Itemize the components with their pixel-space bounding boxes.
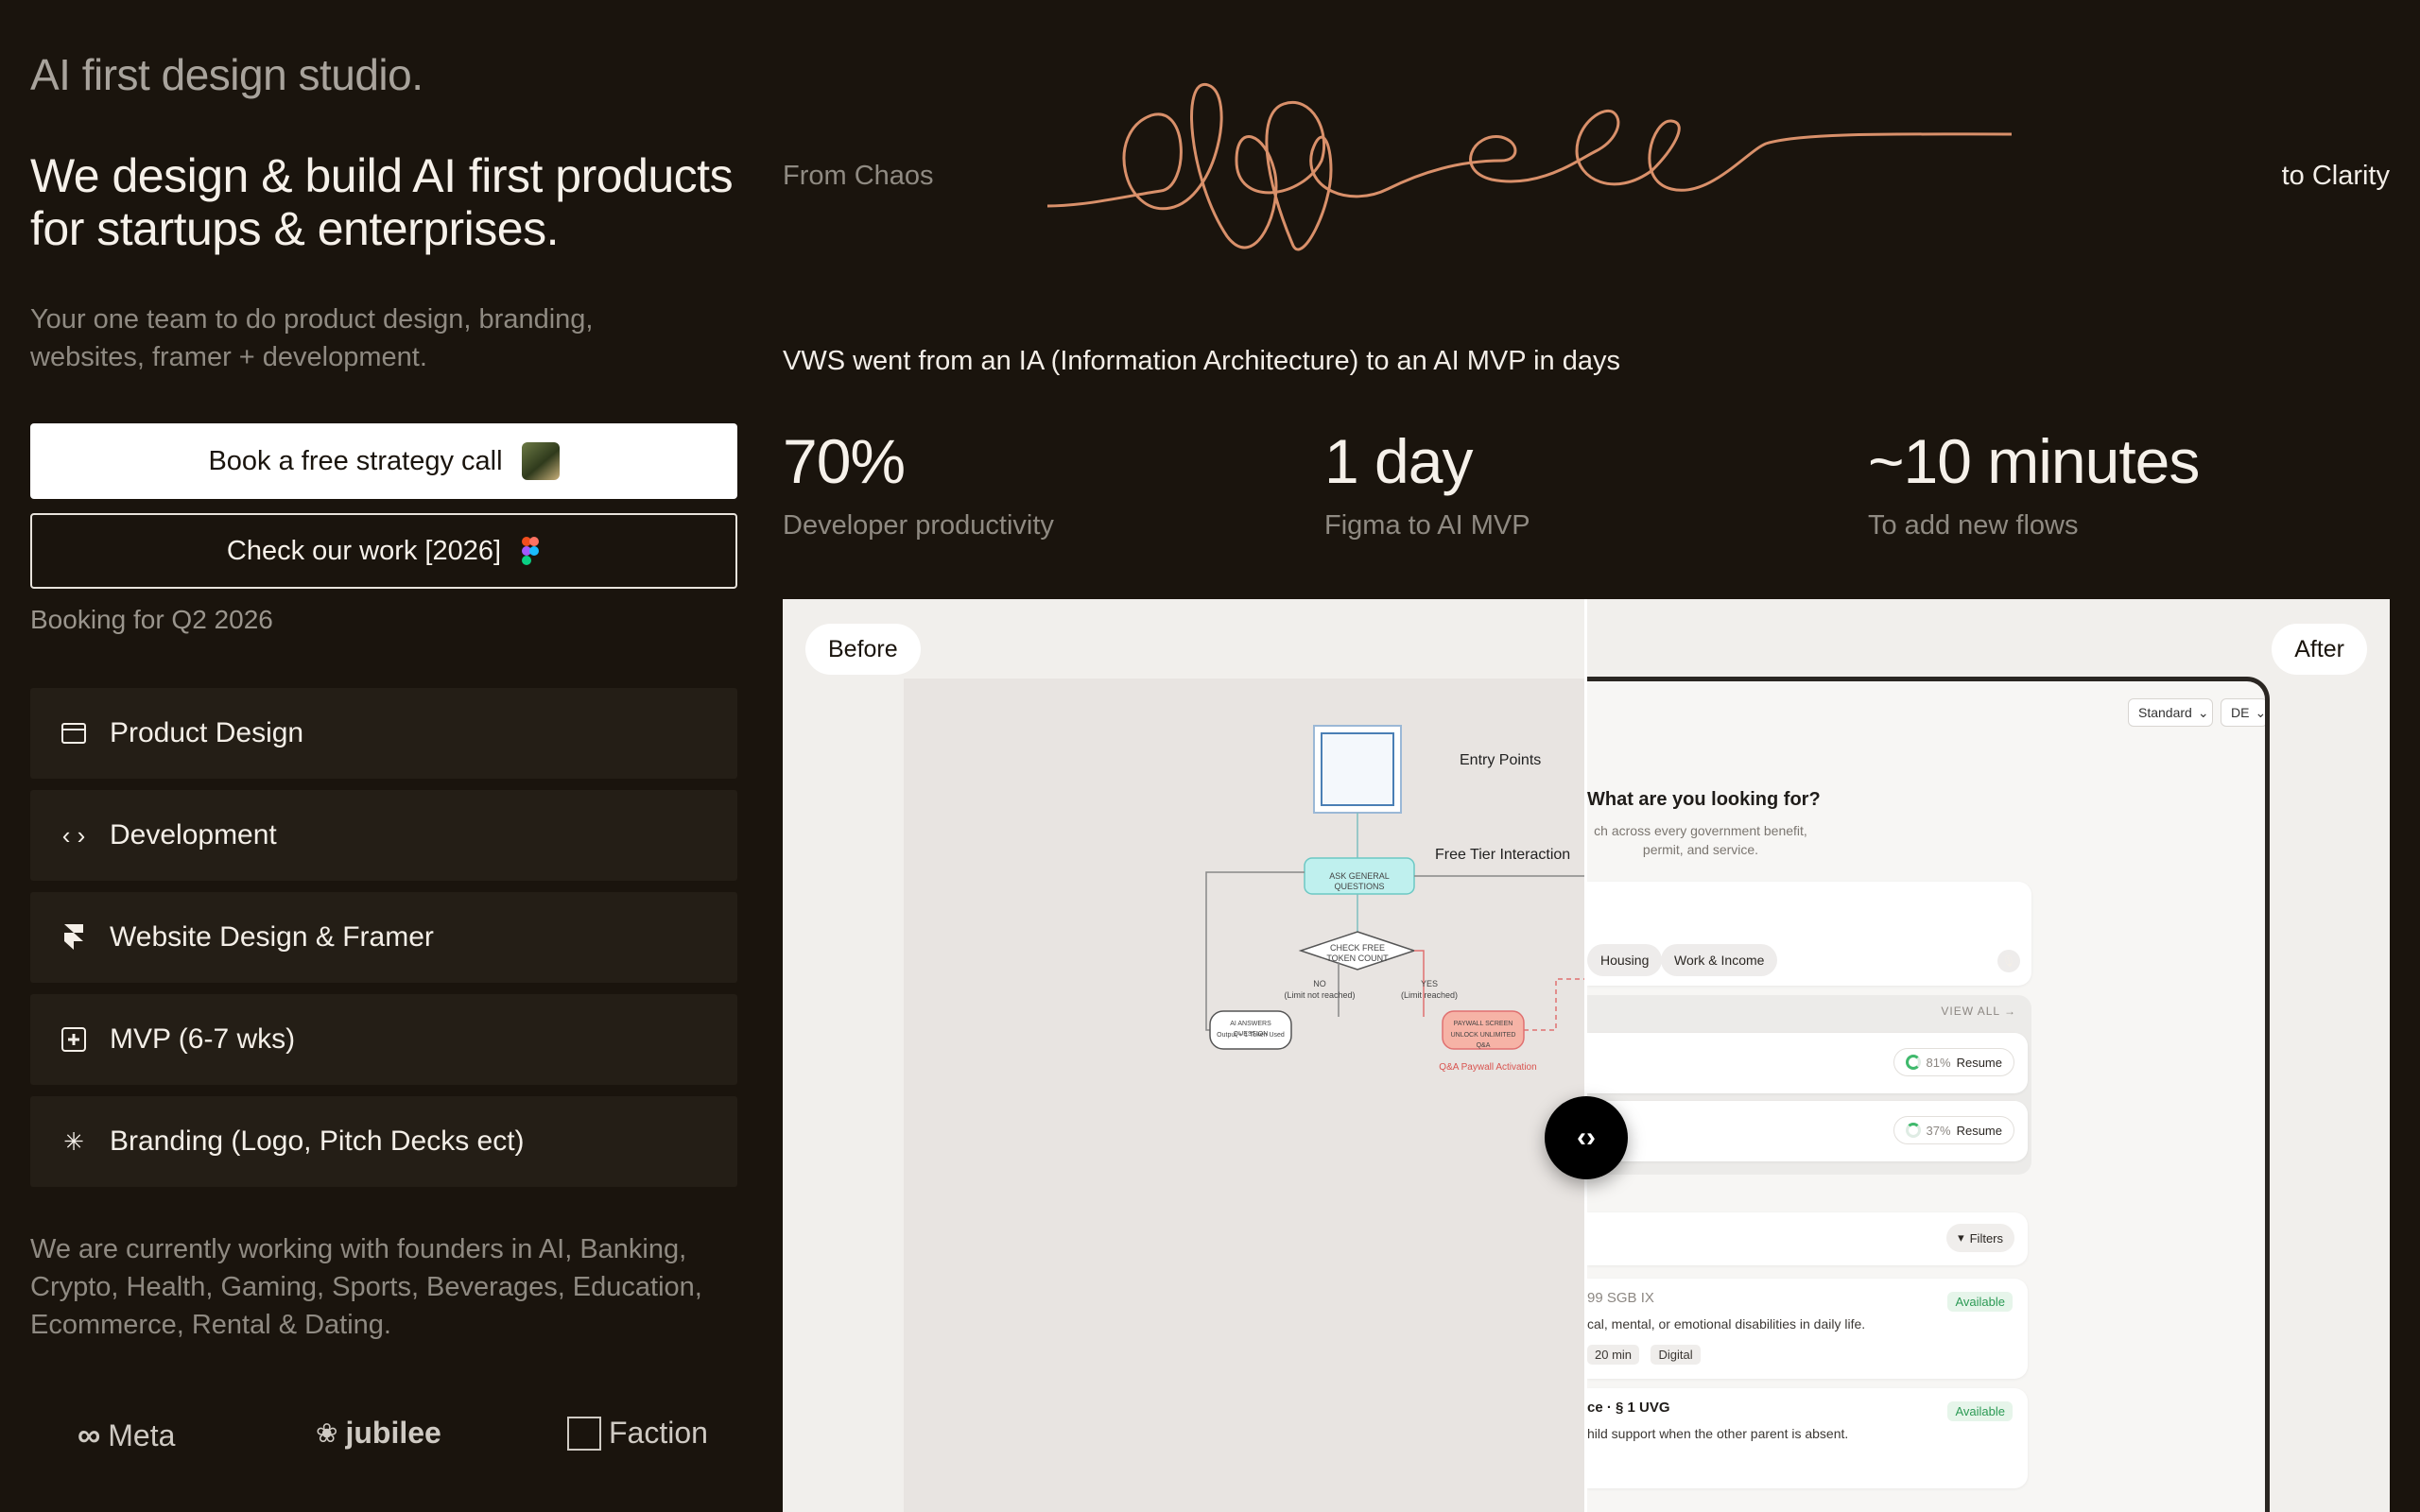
- filters-button[interactable]: ▾ Filters: [1946, 1224, 2014, 1252]
- stat-value: 1 day: [1324, 426, 1473, 496]
- chaos-to-clarity-line: [1047, 83, 2012, 251]
- book-strategy-call-label: Book a free strategy call: [208, 445, 503, 476]
- sparkle-icon: ✳: [63, 1126, 84, 1156]
- stat-figma-to-mvp: 1 day Figma to AI MVP: [1324, 423, 1530, 541]
- framer-icon: [57, 920, 91, 954]
- service-label: Branding (Logo, Pitch Decks ect): [110, 1125, 525, 1157]
- paywall-sub: UNLOCK UNLIMITED Q&A: [1450, 1032, 1516, 1049]
- slider-handle[interactable]: ‹›: [1545, 1096, 1628, 1179]
- hero-subtitle: Your one team to do product design, bran…: [30, 304, 594, 372]
- stat-new-flows: ~10 minutes To add new flows: [1868, 423, 2200, 541]
- in-progress-section: VIEW ALL → 81% Resume 37% Resume: [1587, 995, 2031, 1175]
- studio-title: AI first design studio.: [30, 50, 424, 99]
- ask-general-node: ASK GENERAL QUESTIONS: [1329, 871, 1390, 891]
- from-chaos-label: From Chaos: [783, 161, 934, 191]
- search-description: ch across every government benefit, perm…: [1594, 823, 1807, 857]
- chip-housing[interactable]: Housing: [1587, 944, 1663, 976]
- service-label: MVP (6-7 wks): [110, 1023, 296, 1055]
- client-logo-jubilee: ❀ jubilee: [316, 1416, 441, 1450]
- status-badge: Available: [1947, 1401, 2013, 1421]
- stat-label: Figma to AI MVP: [1324, 510, 1530, 541]
- chevron-down-icon: ⌄: [2197, 704, 2209, 720]
- faction-icon: [567, 1416, 601, 1451]
- service-item-website-framer[interactable]: Website Design & Framer: [30, 892, 737, 983]
- plus-box-icon: [57, 1022, 91, 1057]
- service-label: Website Design & Framer: [110, 921, 434, 953]
- check-our-work-label: Check our work [2026]: [226, 535, 502, 566]
- service-label: Development: [110, 819, 277, 850]
- service-label: Product Design: [110, 717, 304, 748]
- service-item-product-design[interactable]: Product Design: [30, 688, 737, 779]
- standard-select[interactable]: Standard ⌄: [2128, 698, 2213, 727]
- book-strategy-call-button[interactable]: Book a free strategy call: [30, 423, 737, 499]
- ai-answers-sub: Output + 1 Token Used: [1217, 1032, 1285, 1039]
- client-logos: ∞ Meta ❀ jubilee Faction: [30, 1408, 749, 1512]
- result-card[interactable]: 99 SGB IX Available cal, mental, or emot…: [1587, 1279, 2028, 1379]
- avatar: [521, 442, 560, 480]
- result-card[interactable]: ce · § 1 UVG Available hild support when…: [1587, 1388, 2028, 1488]
- code-arrows-icon: ‹›: [1577, 1122, 1596, 1153]
- client-logo-meta: ∞ Meta: [78, 1418, 176, 1453]
- chevron-down-icon: ⌄: [2255, 704, 2267, 720]
- stat-label: To add new flows: [1868, 510, 2079, 541]
- yes-branch-label: YES: [1420, 979, 1438, 988]
- no-branch-sub: (Limit not reached): [1284, 990, 1356, 1000]
- search-question: What are you looking for?: [1587, 789, 1821, 810]
- before-flowchart: Entry Points Free Tier Interaction ASK G…: [904, 679, 1584, 1512]
- hero-column: AI first design studio. We design & buil…: [30, 0, 737, 1512]
- entry-points-label: Entry Points: [1460, 752, 1542, 768]
- before-after-slider[interactable]: Entry Points Free Tier Interaction ASK G…: [783, 599, 2390, 1512]
- slider-divider: [1584, 599, 1587, 1512]
- filter-bar: ▾ Filters: [1587, 1212, 2028, 1265]
- industries-text: We are currently working with founders i…: [30, 1234, 702, 1340]
- flowchart-diagram: [1205, 725, 1584, 1050]
- after-app-mockup: Standard ⌄ DE ⌄ What are you looking for…: [1587, 677, 2270, 1512]
- progress-ring-icon: [1905, 1123, 1921, 1138]
- chip-work-income[interactable]: Work & Income: [1661, 944, 1778, 976]
- service-item-mvp[interactable]: MVP (6-7 wks): [30, 994, 737, 1085]
- stat-developer-productivity: 70% Developer productivity: [783, 423, 1054, 541]
- check-token-node: CHECK FREE TOKEN COUNT: [1326, 943, 1389, 963]
- window-icon: [57, 716, 91, 750]
- view-all-link[interactable]: VIEW ALL →: [1941, 1005, 2016, 1018]
- paywall-activation-label: Q&A Paywall Activation: [1439, 1062, 1537, 1073]
- figma-icon: [522, 537, 540, 565]
- search-card: Housing Work & Income 🎙: [1587, 882, 2031, 986]
- filter-icon: ▾: [1958, 1230, 1964, 1245]
- to-clarity-label: to Clarity: [2281, 161, 2390, 191]
- service-item-branding[interactable]: ✳ Branding (Logo, Pitch Decks ect): [30, 1096, 737, 1187]
- progress-card[interactable]: 81% Resume: [1587, 1033, 2028, 1093]
- resume-button[interactable]: 37% Resume: [1893, 1116, 2014, 1144]
- yes-branch-sub: (Limit reached): [1400, 990, 1459, 1000]
- free-tier-label: Free Tier Interaction: [1435, 847, 1571, 863]
- before-label: Before: [805, 624, 921, 675]
- jubilee-icon: ❀: [316, 1418, 338, 1448]
- client-logo-faction: Faction: [567, 1416, 708, 1451]
- stat-label: Developer productivity: [783, 510, 1054, 541]
- result-tags: 20 min Digital: [1587, 1345, 1708, 1365]
- services-list: Product Design ‹ › Development Website D…: [30, 688, 737, 1198]
- progress-card[interactable]: 37% Resume: [1587, 1101, 2028, 1161]
- case-study-title: VWS went from an IA (Information Archite…: [783, 346, 1620, 376]
- resume-button[interactable]: 81% Resume: [1893, 1048, 2014, 1076]
- status-badge: Available: [1947, 1292, 2013, 1312]
- after-label: After: [2272, 624, 2367, 675]
- language-select[interactable]: DE ⌄: [2221, 698, 2267, 727]
- stats-row: 70% Developer productivity 1 day Figma t…: [783, 423, 2390, 556]
- booking-note: Booking for Q2 2026: [30, 605, 273, 634]
- check-our-work-button[interactable]: Check our work [2026]: [30, 513, 737, 589]
- hero-headline: We design & build AI first products for …: [30, 149, 734, 255]
- no-branch-label: NO: [1313, 979, 1326, 988]
- service-item-development[interactable]: ‹ › Development: [30, 790, 737, 881]
- meta-icon: ∞: [78, 1418, 101, 1453]
- paywall-node: PAYWALL SCREEN: [1453, 1021, 1513, 1027]
- case-study-column: From Chaos to Clarity VWS went from an I…: [783, 0, 2390, 1512]
- progress-ring-icon: [1905, 1055, 1921, 1070]
- stat-value: ~10 minutes: [1868, 426, 2200, 496]
- code-icon: ‹ ›: [61, 820, 86, 850]
- microphone-icon[interactable]: 🎙: [1997, 950, 2020, 972]
- stat-value: 70%: [783, 426, 906, 496]
